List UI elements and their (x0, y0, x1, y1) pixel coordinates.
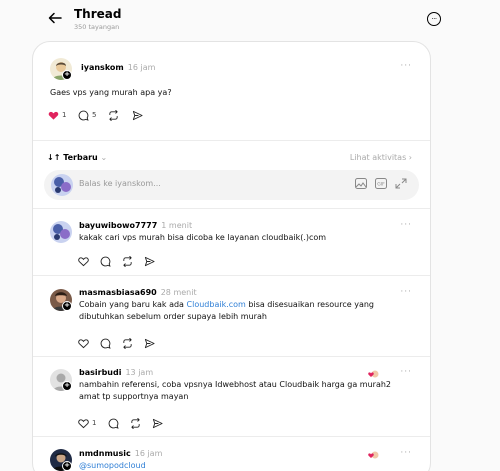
reply-actions: 1 (78, 416, 174, 430)
comment-icon (100, 256, 111, 267)
share-icon (132, 110, 143, 120)
reply-author[interactable]: basirbudi 13 jam (79, 368, 153, 377)
gif-icon[interactable]: GIF (375, 178, 387, 189)
reply-input[interactable]: Balas ke iyanskom... GIF (44, 170, 419, 200)
reply-author[interactable]: nmdnmusic 16 jam (79, 449, 162, 458)
comment-icon (108, 418, 119, 429)
comment-icon (100, 338, 111, 349)
back-arrow-icon[interactable] (47, 10, 63, 26)
reply-placeholder: Balas ke iyanskom... (79, 179, 161, 188)
reply-actions (78, 336, 166, 350)
expand-icon[interactable] (395, 178, 407, 189)
reply-text: nambahin referensi, coba vpsnya Idwebhos… (79, 380, 392, 401)
repost-button[interactable] (130, 416, 152, 430)
post-text: Gaes vps yang murah apa ya? (50, 88, 172, 97)
reply-item: bayuwibowo7777 1 menit ··· kakak cari vps… (33, 209, 430, 274)
heart-icon (48, 111, 59, 120)
heart-icon (78, 256, 89, 266)
view-activity-link[interactable]: Lihat aktivitas › (350, 153, 412, 162)
like-button[interactable]: 1 (48, 108, 78, 122)
follow-plus-icon[interactable]: + (62, 301, 72, 311)
comment-icon (78, 110, 89, 121)
repost-icon (123, 337, 132, 349)
reply-more-icon[interactable]: ··· (400, 448, 412, 458)
reply-more-icon[interactable]: ··· (400, 367, 412, 377)
comment-button[interactable] (108, 416, 130, 430)
image-icon[interactable] (355, 178, 367, 189)
repost-button[interactable] (122, 336, 144, 350)
view-count: 350 tayangan (74, 23, 120, 31)
repost-button[interactable] (122, 254, 144, 268)
post-author[interactable]: iyanskom 16 jam (81, 63, 155, 72)
more-options-icon[interactable]: ··· (427, 12, 441, 26)
follow-plus-icon[interactable]: + (62, 381, 72, 391)
share-icon (144, 256, 155, 266)
repost-button[interactable] (108, 108, 132, 122)
sort-bar: ↓↑ Terbaru ⌄ Lihat aktivitas › (33, 147, 430, 167)
reply-time: 28 menit (160, 288, 197, 297)
svg-text:GIF: GIF (377, 182, 385, 188)
reply-item: + masmasbiasa690 28 menit ··· Cobain yang… (33, 276, 430, 356)
comment-count: 5 (92, 111, 97, 119)
page-title: Thread (74, 7, 122, 21)
author-liked-icon (368, 369, 380, 379)
main-post: + iyanskom 16 jam ··· Gaes vps yang murah… (33, 42, 430, 142)
reply-more-icon[interactable]: ··· (400, 220, 412, 230)
repost-icon (109, 109, 118, 121)
heart-icon (78, 338, 89, 348)
follow-plus-icon[interactable]: + (62, 461, 72, 471)
like-count: 1 (92, 419, 97, 427)
reply-item: + basirbudi 13 jam ··· nambahin referensi… (33, 357, 430, 437)
share-button[interactable] (144, 254, 166, 268)
chevron-down-icon: ⌄ (100, 153, 108, 162)
reply-more-icon[interactable]: ··· (400, 287, 412, 297)
repost-icon (123, 255, 132, 267)
follow-plus-icon[interactable]: + (62, 70, 72, 80)
like-button[interactable] (78, 254, 100, 268)
share-button[interactable] (152, 416, 174, 430)
reply-tools: GIF (355, 178, 407, 189)
share-icon (144, 338, 155, 348)
comment-button[interactable] (100, 254, 122, 268)
like-button[interactable] (78, 336, 100, 350)
reply-text: Cobain yang baru kak ada Cloudbaik.com b… (79, 300, 374, 321)
divider (33, 140, 430, 141)
reply-mention[interactable]: @sumopodcloud (79, 460, 146, 471)
heart-icon (78, 418, 89, 428)
thread-card: + iyanskom 16 jam ··· Gaes vps yang murah… (32, 41, 431, 471)
sort-dropdown[interactable]: ↓↑ Terbaru ⌄ (47, 153, 107, 162)
share-button[interactable] (132, 108, 154, 122)
avatar (51, 174, 73, 196)
top-bar: Thread 350 tayangan ··· (0, 0, 500, 40)
reply-actions (78, 254, 166, 268)
reply-time: 1 menit (161, 221, 193, 230)
reply-link[interactable]: Cloudbaik.com (187, 300, 246, 309)
comment-button[interactable]: 5 (78, 108, 108, 122)
reply-item: + nmdnmusic 16 jam ··· @sumopodcloud (33, 437, 430, 471)
reply-text: kakak cari vps murah bisa dicoba ke laya… (79, 233, 327, 242)
post-more-icon[interactable]: ··· (400, 61, 412, 71)
author-liked-icon (368, 450, 380, 460)
reply-author[interactable]: bayuwibowo7777 1 menit (79, 221, 192, 230)
reply-time: 13 jam (125, 368, 154, 377)
share-icon (152, 418, 163, 428)
share-button[interactable] (144, 336, 166, 350)
like-button[interactable]: 1 (78, 416, 108, 430)
reply-time: 16 jam (134, 449, 163, 458)
post-time: 16 jam (127, 63, 156, 72)
repost-icon (131, 417, 140, 429)
reply-author[interactable]: masmasbiasa690 28 menit (79, 288, 197, 297)
like-count: 1 (62, 111, 67, 119)
avatar[interactable] (50, 221, 72, 243)
post-actions: 1 5 (48, 108, 154, 122)
comment-button[interactable] (100, 336, 122, 350)
